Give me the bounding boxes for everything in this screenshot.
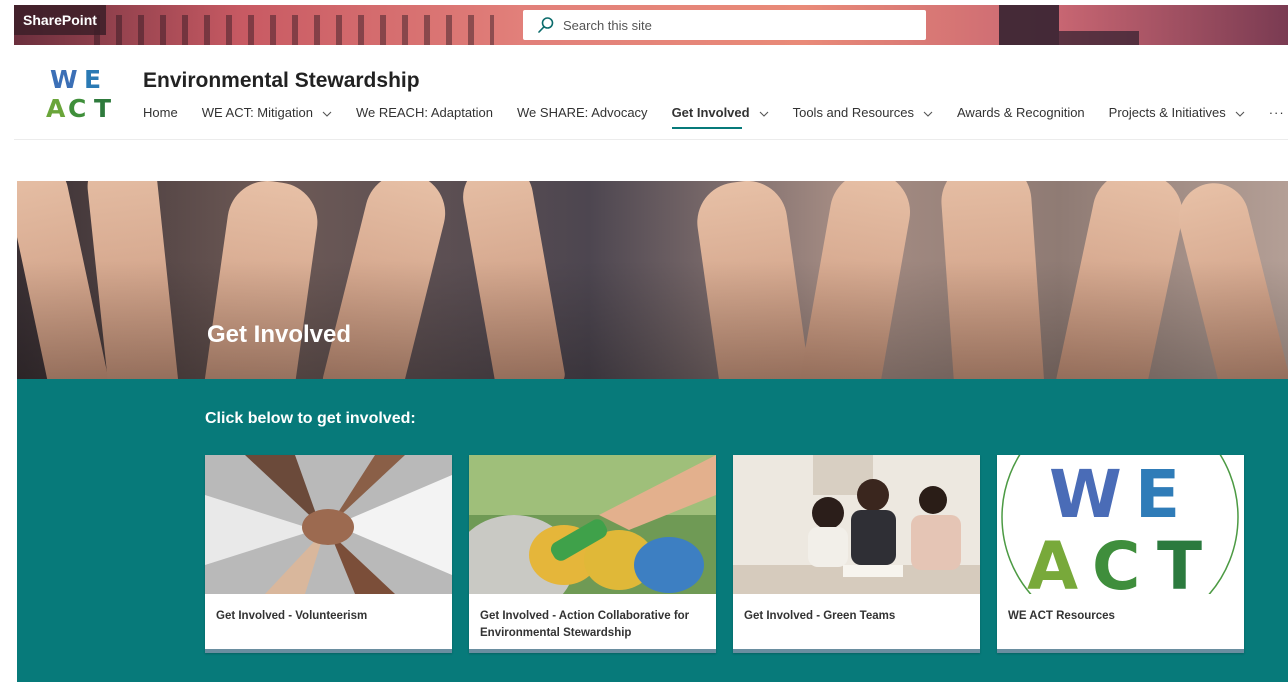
hero-title: Get Involved [207,321,352,348]
site-title[interactable]: Environmental Stewardship [143,69,420,93]
nav-more-button[interactable]: ··· [1269,100,1285,124]
nav-item-label: We SHARE: Advocacy [517,104,648,120]
svg-text:A: A [1027,528,1078,594]
svg-text:C: C [1092,528,1140,594]
card-accent-strip [469,649,716,653]
svg-text:E: E [84,65,101,94]
hands-together-image [205,455,452,594]
more-icon: ··· [1268,104,1285,120]
svg-text:W: W [1049,456,1122,533]
nav-item-get-involved[interactable]: Get Involved [671,100,769,129]
recycling-bottle-image [469,455,716,594]
card-we-act-resources[interactable]: W E A C T WE ACT Resources [997,455,1244,653]
svg-text:T: T [1157,528,1202,594]
card-label: WE ACT Resources [1008,610,1115,622]
hero-shade [17,181,1288,379]
svg-text:E: E [1135,456,1180,533]
card-accent-strip [733,649,980,653]
get-involved-section: Click below to get involved: Get Involve… [17,379,1288,682]
card-label: Get Involved - Green Teams [744,610,896,622]
nav-item-label: Awards & Recognition [957,104,1085,120]
sharepoint-brand-link[interactable]: SharePoint [14,5,106,35]
chevron-down-icon[interactable] [759,107,769,117]
chevron-down-icon[interactable] [1235,107,1245,117]
site-header: W E A C T Environmental Stewardship Home… [14,45,1288,140]
team-meeting-image [733,455,980,594]
nav-item-label: WE ACT: Mitigation [201,104,313,120]
nav-item-tools-and-resources[interactable]: Tools and Resources [793,100,933,124]
search-input[interactable] [563,17,903,33]
card-green-teams[interactable]: Get Involved - Green Teams [733,455,980,653]
svg-text:A: A [46,94,66,122]
chevron-down-icon[interactable] [923,107,933,117]
chevron-down-icon[interactable] [322,107,332,117]
banner-palms-decoration [94,15,494,45]
we-act-logo[interactable]: W E A C T [44,62,120,123]
nav-item-we-share-advocacy[interactable]: We SHARE: Advocacy [517,100,648,124]
page: SharePoint W E A C T Environmental Stewa… [0,0,1288,682]
nav-item-label: Get Involved [671,104,750,120]
nav-item-home[interactable]: Home [143,100,178,124]
top-navigation: Home WE ACT: Mitigation We REACH: Adapta… [143,100,1288,129]
search-icon [537,16,555,34]
we-act-logo-image: W E A C T [997,455,1244,594]
nav-item-label: Home [143,104,178,120]
card-volunteerism[interactable]: Get Involved - Volunteerism [205,455,452,653]
card-action-collaborative[interactable]: Get Involved - Action Collaborative for … [469,455,716,653]
nav-item-we-reach-adaptation[interactable]: We REACH: Adaptation [356,100,493,124]
nav-item-projects-initiatives[interactable]: Projects & Initiatives [1109,100,1245,124]
svg-text:T: T [94,94,111,122]
card-accent-strip [205,649,452,653]
nav-item-label: Projects & Initiatives [1108,104,1226,120]
hero-banner: Get Involved [17,181,1288,379]
card-label: Get Involved - Volunteerism [216,610,368,622]
suite-bar: SharePoint [14,5,1288,45]
banner-tower-decoration [999,5,1059,45]
section-heading: Click below to get involved: [205,410,416,427]
svg-text:C: C [68,94,86,122]
nav-item-label: Tools and Resources [792,104,914,120]
card-label: Get Involved - Action Collaborative for … [480,610,690,639]
search-box[interactable] [523,10,926,40]
quick-links-cards: Get Involved - Volunteerism Get Involved… [205,455,1261,653]
banner-building-decoration [1059,31,1139,45]
svg-text:W: W [50,65,78,94]
nav-item-label: We REACH: Adaptation [355,104,494,120]
card-accent-strip [997,649,1244,653]
nav-item-we-act-mitigation[interactable]: WE ACT: Mitigation [202,100,332,124]
nav-item-awards-recognition[interactable]: Awards & Recognition [957,100,1085,124]
